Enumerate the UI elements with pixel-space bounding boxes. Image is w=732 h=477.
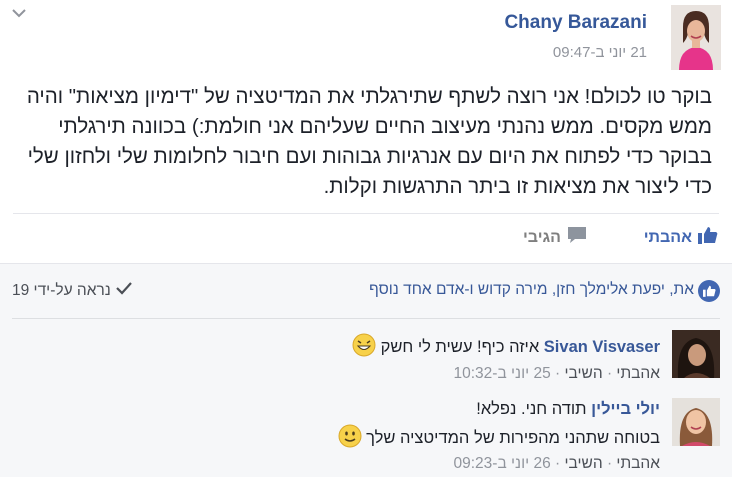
comment-text-row: יולי ביילין תודה חני. נפלא! xyxy=(476,400,660,419)
comment-text-row-2: בטוחה שתהני מהפירות של המדיטציה שלך xyxy=(338,424,660,453)
comment-meta: אהבתי · השיבי · 25 יוני ב-10:32 xyxy=(453,365,660,382)
checkmark-icon xyxy=(115,281,133,300)
comment-timestamp[interactable]: 26 יוני ב-09:23 xyxy=(453,455,550,472)
post-options-chevron-down-icon[interactable] xyxy=(10,6,28,20)
comment-button[interactable]: הגיבי xyxy=(523,226,587,249)
actions-divider-bottom xyxy=(0,263,732,264)
comment-author[interactable]: יולי ביילין xyxy=(591,400,660,418)
like-button[interactable]: אהבתי xyxy=(644,226,718,249)
actions-divider-top xyxy=(13,213,719,214)
comment-like-link[interactable]: אהבתי xyxy=(616,455,660,472)
like-button-label: אהבתי xyxy=(643,228,692,246)
comment-timestamp[interactable]: 25 יוני ב-10:32 xyxy=(453,365,550,382)
likes-like-icon xyxy=(698,280,720,302)
commenter-avatar[interactable] xyxy=(672,398,720,446)
comment-reply-link[interactable]: השיבי xyxy=(564,455,602,472)
comments-divider xyxy=(12,318,720,319)
author-avatar[interactable] xyxy=(671,5,721,70)
commenter-avatar[interactable] xyxy=(672,330,720,378)
post-body-text: בוקר טו לכולם! אני רוצה לשתף שתירגלתי את… xyxy=(26,85,712,198)
comment-like-link[interactable]: אהבתי xyxy=(616,365,660,382)
comment-reply-link[interactable]: השיבי xyxy=(564,365,602,382)
post-timestamp[interactable]: 21 יוני ב-09:47 xyxy=(553,44,647,61)
comment-author[interactable]: Sivan Visvaser xyxy=(544,338,660,356)
post-author-name[interactable]: Chany Barazani xyxy=(504,12,647,34)
smiley-emoji xyxy=(338,424,362,453)
comment-text-row: Sivan Visvaser איזה כיף! עשית לי חשק xyxy=(352,333,660,362)
likes-summary[interactable]: את, יפעת אלימלך חזן, מירה קדוש ו-אדם אחד… xyxy=(369,281,694,299)
grinning-emoji xyxy=(352,333,376,362)
comment-text: בטוחה שתהני מהפירות של המדיטציה שלך xyxy=(366,428,660,447)
seen-by-count[interactable]: נראה על-ידי 19 xyxy=(12,281,133,300)
comment-button-label: הגיבי xyxy=(522,228,561,246)
comment-icon xyxy=(567,226,587,249)
seen-by-label: נראה על-ידי 19 xyxy=(12,281,111,299)
like-icon xyxy=(698,226,718,249)
comment-text: איזה כיף! עשית לי חשק xyxy=(380,337,540,356)
comment-meta: אהבתי · השיבי · 26 יוני ב-09:23 xyxy=(453,455,660,472)
comment-text: תודה חני. נפלא! xyxy=(476,400,587,418)
